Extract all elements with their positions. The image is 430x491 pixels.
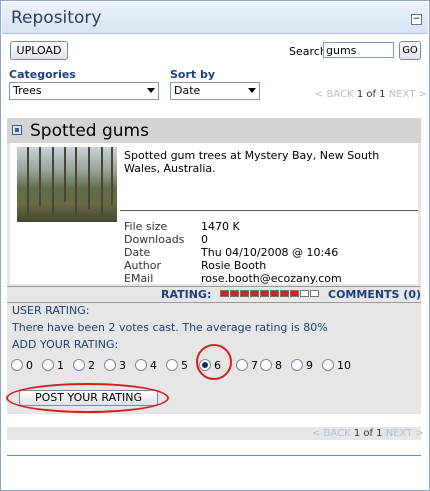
radio-label: 4 <box>150 359 157 372</box>
rating-label: RATING: <box>161 288 212 301</box>
meta-value: 1470 K <box>201 220 240 233</box>
meta-label: Author <box>124 259 162 272</box>
radio-label: 0 <box>26 359 33 372</box>
back-link[interactable]: < BACK <box>312 428 351 439</box>
sortby-select[interactable]: Date <box>170 82 260 100</box>
chevron-down-icon <box>147 88 155 93</box>
rating-radio-7[interactable]: 7 <box>236 359 258 372</box>
rating-segment <box>260 290 269 297</box>
radio-button[interactable] <box>104 359 116 371</box>
rating-row: RATING: COMMENTS (0) <box>7 286 421 303</box>
sortby-label: Sort by <box>170 68 216 81</box>
radio-label: 10 <box>337 359 351 372</box>
pager-bottom-bar: < BACK 1 of 1 NEXT > <box>7 427 424 440</box>
item-header: Spotted gums <box>7 118 421 143</box>
radio-button[interactable] <box>73 359 85 371</box>
post-button-highlight-oval <box>6 383 169 413</box>
footer-rule <box>7 455 421 456</box>
radio-button[interactable] <box>291 359 303 371</box>
window-title: Repository <box>11 8 102 28</box>
upload-button[interactable]: UPLOAD <box>10 41 68 60</box>
rating-segment <box>250 290 259 297</box>
radio-label: 2 <box>88 359 95 372</box>
radio-button[interactable] <box>260 359 272 371</box>
rating-radio-10[interactable]: 10 <box>322 359 351 372</box>
meta-label: Downloads <box>124 233 185 246</box>
meta-label: EMail <box>124 272 154 285</box>
next-link[interactable]: NEXT > <box>389 89 427 100</box>
rating-radio-3[interactable]: 3 <box>104 359 126 372</box>
collapse-icon[interactable]: − <box>411 14 422 25</box>
meta-value: Thu 04/10/2008 @ 10:46 <box>201 246 339 259</box>
radio-button[interactable] <box>236 359 248 371</box>
item-title[interactable]: Spotted gums <box>30 121 149 141</box>
item-panel: Spotted gums Spotted gum trees at Myster… <box>6 118 421 414</box>
radio-button[interactable] <box>166 359 178 371</box>
back-link[interactable]: < BACK <box>315 89 354 100</box>
radio-button[interactable] <box>42 359 54 371</box>
pager-bottom: < BACK 1 of 1 NEXT > <box>312 428 424 439</box>
radio-label: 1 <box>57 359 64 372</box>
rating-radio-5[interactable]: 5 <box>166 359 188 372</box>
selected-highlight-circle <box>196 344 232 380</box>
item-thumbnail[interactable] <box>17 147 117 222</box>
rating-radio-4[interactable]: 4 <box>135 359 157 372</box>
meta-label: File size <box>124 220 168 233</box>
item-body: Spotted gum trees at Mystery Bay, New So… <box>10 143 418 285</box>
radio-label: 3 <box>119 359 126 372</box>
rating-segment <box>220 290 229 297</box>
user-rating-heading: USER RATING: <box>12 304 90 317</box>
go-button[interactable]: GO <box>399 41 421 60</box>
rating-segment <box>300 290 309 297</box>
comments-link[interactable]: COMMENTS (0) <box>328 288 421 301</box>
rating-segment <box>230 290 239 297</box>
rating-radio-1[interactable]: 1 <box>42 359 64 372</box>
meta-value: Rosie Booth <box>201 259 267 272</box>
radio-label: 9 <box>306 359 313 372</box>
next-link[interactable]: NEXT > <box>386 428 424 439</box>
radio-button[interactable] <box>322 359 334 371</box>
pager-top: < BACK 1 of 1 NEXT > <box>315 89 427 100</box>
categories-label: Categories <box>9 68 76 81</box>
radio-button[interactable] <box>135 359 147 371</box>
rating-radio-2[interactable]: 2 <box>73 359 95 372</box>
page-indicator: 1 of 1 <box>356 89 386 100</box>
rating-segment <box>310 290 319 297</box>
add-rating-label: ADD YOUR RATING: <box>12 338 119 351</box>
search-input[interactable]: gums <box>323 42 394 58</box>
meta-label: Date <box>124 246 151 259</box>
meta-value: 0 <box>201 233 208 246</box>
radio-label: 5 <box>181 359 188 372</box>
title-bar: Repository − <box>2 2 428 34</box>
rating-summary: There have been 2 votes cast. The averag… <box>12 321 328 334</box>
rating-segment <box>240 290 249 297</box>
radio-label: 8 <box>275 359 282 372</box>
radio-label: 7 <box>251 359 258 372</box>
rating-segment <box>280 290 289 297</box>
page-indicator: 1 of 1 <box>353 428 383 439</box>
meta-value[interactable]: rose.booth@ecozany.com <box>201 272 342 285</box>
radio-button[interactable] <box>11 359 23 371</box>
categories-select[interactable]: Trees <box>9 82 159 100</box>
categories-value: Trees <box>13 84 42 97</box>
item-icon <box>12 125 22 135</box>
chevron-down-icon <box>248 88 256 93</box>
divider <box>120 210 418 211</box>
rating-radio-0[interactable]: 0 <box>11 359 33 372</box>
search-label: Search <box>289 45 327 58</box>
rating-segment <box>270 290 279 297</box>
rating-segment <box>290 290 299 297</box>
rating-radio-9[interactable]: 9 <box>291 359 313 372</box>
rating-radio-8[interactable]: 8 <box>260 359 282 372</box>
item-description: Spotted gum trees at Mystery Bay, New So… <box>124 149 380 175</box>
sortby-value: Date <box>174 84 201 97</box>
